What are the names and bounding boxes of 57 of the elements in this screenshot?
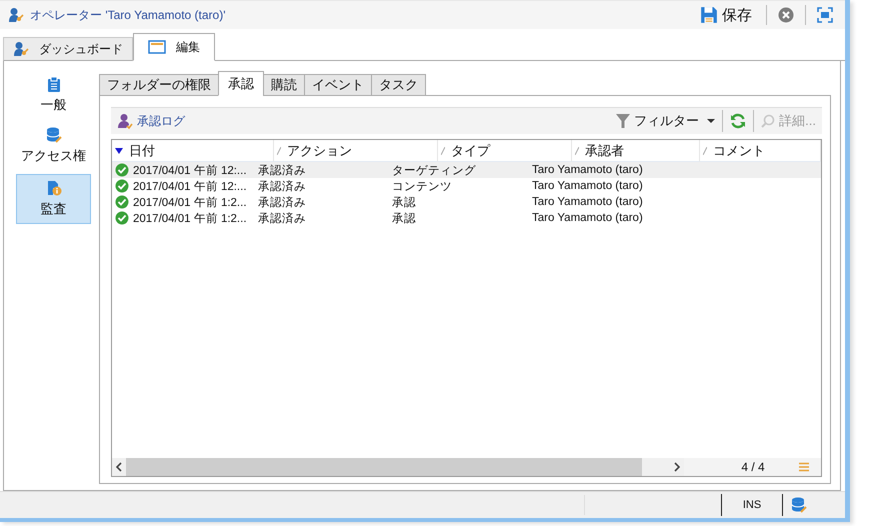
table-cell-text: 承認済み xyxy=(257,212,307,226)
table-row[interactable]: 2017/04/01 午前 12:... 承認済み ターゲティング Taro Yamamoto (taro) xyxy=(112,162,821,178)
table-row[interactable]: 2017/04/01 午前 1:2... 承認済み 承認 Taro Yamamoto (taro) xyxy=(112,194,821,210)
user-key-icon xyxy=(13,41,29,57)
table-cell-text: 2017/04/01 午前 12:... xyxy=(133,180,247,194)
approval-log-button[interactable]: 承認ログ xyxy=(117,112,185,130)
tab[interactable]: タスク xyxy=(371,74,426,96)
check-icon xyxy=(115,179,129,193)
tab[interactable]: ダッシュボード xyxy=(3,37,133,61)
tab[interactable]: フォルダーの権限 xyxy=(99,74,219,96)
table-cell-text: 承認済み xyxy=(257,196,307,210)
insert-mode-indicator: INS xyxy=(742,499,762,511)
close-icon[interactable] xyxy=(778,7,794,23)
table-cell-text: ターゲティング xyxy=(391,164,477,178)
check-icon xyxy=(115,195,129,209)
check-icon xyxy=(115,163,129,177)
user-key-icon xyxy=(8,7,24,23)
clipboard-icon xyxy=(46,76,62,92)
scroll-left-icon[interactable] xyxy=(116,462,122,472)
check-icon xyxy=(115,211,129,225)
sidebar-item[interactable]: 監査 xyxy=(16,174,91,224)
table-cell-text: Taro Yamamoto (taro) xyxy=(531,196,644,208)
save-icon xyxy=(700,6,718,24)
table-cell-text: 承認 xyxy=(391,196,417,210)
database-icon[interactable] xyxy=(791,497,807,513)
record-count: 4 / 4 xyxy=(740,460,766,474)
database-key-icon xyxy=(46,127,62,143)
table-cell-text: 2017/04/01 午前 12:... xyxy=(133,164,247,178)
table-cell-text: Taro Yamamoto (taro) xyxy=(531,164,644,176)
caret-icon xyxy=(707,119,716,123)
table-cell-text: Taro Yamamoto (taro) xyxy=(531,180,644,192)
tab[interactable]: 購読 xyxy=(263,74,305,96)
sidebar-item[interactable]: 一般 xyxy=(16,72,91,118)
refresh-icon[interactable] xyxy=(730,113,746,129)
user-check-icon xyxy=(117,113,133,129)
table-cell-text: 承認 xyxy=(391,212,417,226)
save-button[interactable]: 保存 xyxy=(697,4,755,26)
table-cell-text: 2017/04/01 午前 1:2... xyxy=(133,212,247,226)
filter-icon xyxy=(616,114,630,128)
table-cell-text: Taro Yamamoto (taro) xyxy=(531,212,644,224)
table-cell-text: 承認済み xyxy=(257,164,307,178)
table-cell-text: 2017/04/01 午前 1:2... xyxy=(133,196,247,210)
tab[interactable]: イベント xyxy=(304,74,372,96)
search-icon xyxy=(761,114,776,128)
tab[interactable]: 承認 xyxy=(218,71,264,96)
table-row[interactable]: 2017/04/01 午前 12:... 承認済み コンテンツ Taro Yamamoto (taro) xyxy=(112,178,821,194)
table-row[interactable]: 2017/04/01 午前 1:2... 承認済み 承認 Taro Yamamoto (taro) xyxy=(112,210,821,226)
scroll-right-icon[interactable] xyxy=(674,462,680,472)
sidebar-item[interactable]: アクセス権 xyxy=(16,123,91,169)
table-cell-text: コンテンツ xyxy=(391,180,453,194)
document-info-icon xyxy=(46,180,62,196)
table-cell-text: 承認済み xyxy=(257,180,307,194)
tab[interactable]: 編集 xyxy=(133,33,215,61)
window-icon xyxy=(148,40,166,54)
filter-button[interactable]: フィルター xyxy=(616,112,716,130)
fullscreen-icon[interactable] xyxy=(817,7,833,23)
window-title: オペレーター 'Taro Yamamoto (taro)' xyxy=(30,6,226,24)
